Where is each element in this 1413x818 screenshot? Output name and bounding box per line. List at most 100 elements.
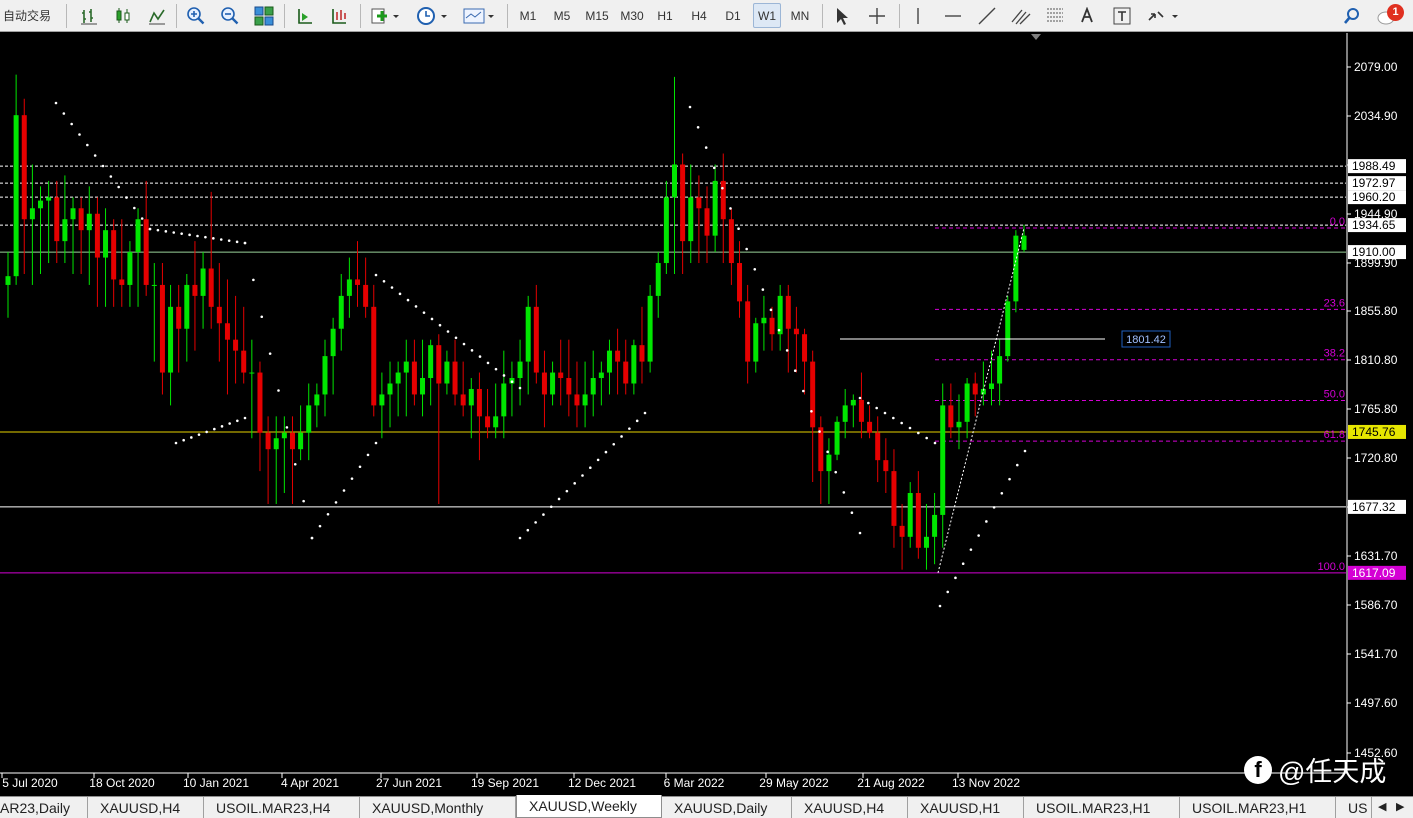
sar-dot xyxy=(140,217,144,220)
chart-shift-button[interactable] xyxy=(326,3,352,28)
trendline-tool-button[interactable] xyxy=(974,3,1000,28)
templates-button[interactable] xyxy=(459,3,499,28)
candle-body xyxy=(281,432,287,439)
sar-dot xyxy=(954,576,957,580)
timeframe-m1[interactable]: M1 xyxy=(514,3,542,28)
sar-dot xyxy=(478,355,482,358)
timeframe-m15[interactable]: M15 xyxy=(580,3,614,28)
chart-tab[interactable]: XAUUSD,H4 xyxy=(88,797,204,818)
candle-body xyxy=(525,306,531,362)
sar-dot xyxy=(182,438,185,442)
candle-body xyxy=(21,115,27,220)
channel-tool-button[interactable] xyxy=(1008,3,1034,28)
tile-windows-button[interactable] xyxy=(251,3,277,28)
sar-dot xyxy=(342,489,346,492)
indicators-button[interactable] xyxy=(366,3,404,28)
candle-body xyxy=(883,460,889,472)
chart-tab[interactable]: USOIL.MAR23,H4 xyxy=(204,797,360,818)
candle-body xyxy=(582,394,588,406)
sar-dot xyxy=(243,241,247,245)
candle-body xyxy=(671,164,677,198)
candle-body xyxy=(46,197,52,201)
timeframe-w1[interactable]: W1 xyxy=(753,3,781,28)
timeframe-h4[interactable]: H4 xyxy=(685,3,713,28)
price-tick-label: 1765.80 xyxy=(1354,402,1398,416)
notifications-button[interactable]: 1 xyxy=(1374,3,1404,28)
chart-tab[interactable]: XAUUSD,Daily xyxy=(662,797,792,818)
sar-dot xyxy=(438,323,442,327)
watermark-text: @任天成 xyxy=(1278,757,1387,787)
chart-tab[interactable]: USOIL.MAR23,H1 xyxy=(1024,797,1180,818)
timeframe-mn[interactable]: MN xyxy=(786,3,814,28)
line-chart-button[interactable] xyxy=(144,3,170,28)
candle-body xyxy=(745,301,751,362)
chart-tab-label: US xyxy=(1348,800,1368,816)
sar-dot xyxy=(1023,449,1027,453)
chart-tab[interactable]: XAUUSD,H4 xyxy=(792,797,908,818)
tabs-scroll-left-button[interactable]: ◀ xyxy=(1378,800,1386,813)
bar-chart-button[interactable] xyxy=(76,3,102,28)
sar-dot xyxy=(573,482,576,485)
candle-body xyxy=(850,399,856,406)
timeframe-m30[interactable]: M30 xyxy=(615,3,649,28)
candle-body xyxy=(533,306,539,373)
sar-dot xyxy=(826,450,829,454)
crosshair-tool-button[interactable] xyxy=(864,3,890,28)
periods-button[interactable] xyxy=(412,3,452,28)
chart-tabs-bar: AR23,Daily XAUUSD,H4 USOIL.MAR23,H4 XAUU… xyxy=(0,795,1413,818)
sar-dot xyxy=(164,230,168,233)
candle-body xyxy=(127,252,133,285)
sar-dot xyxy=(802,389,805,393)
timeframe-d1[interactable]: D1 xyxy=(719,3,747,28)
tabs-scroll-right-button[interactable]: ▶ xyxy=(1396,800,1404,813)
vertical-line-tool-button[interactable] xyxy=(905,3,931,28)
sar-dot xyxy=(628,427,631,430)
timeframe-h1[interactable]: H1 xyxy=(651,3,679,28)
candle-body xyxy=(541,372,547,395)
sar-dot xyxy=(310,536,314,540)
price-tick-label: 1497.60 xyxy=(1354,696,1398,710)
zoom-in-button[interactable] xyxy=(183,3,209,28)
price-tick-label: 1810.80 xyxy=(1354,353,1398,367)
candlestick-chart-button[interactable] xyxy=(110,3,136,28)
candle-body xyxy=(907,493,913,537)
auto-scroll-button[interactable] xyxy=(292,3,318,28)
timeframe-m5[interactable]: M5 xyxy=(548,3,576,28)
sar-dot xyxy=(350,477,354,480)
arrows-tool-button[interactable] xyxy=(1143,3,1183,28)
sar-dot xyxy=(148,227,152,231)
chart-tab[interactable]: USOIL.MAR23,H1 xyxy=(1180,797,1336,818)
chart-tab[interactable]: AR23,Daily xyxy=(0,797,88,818)
price-chart[interactable]: 0.0 23.6 38.2 50.0 61.8 100.0 1801.42 2079.00 20… xyxy=(0,33,1413,796)
horizontal-line-tool-button[interactable] xyxy=(940,3,966,28)
time-tick-label: 12 Dec 2021 xyxy=(568,776,636,790)
text-label-tool-button[interactable] xyxy=(1109,3,1135,28)
candle-body xyxy=(485,416,491,428)
candle-body xyxy=(826,454,832,472)
text-tool-button[interactable] xyxy=(1075,3,1099,28)
chart-tab[interactable]: XAUUSD,H1 xyxy=(908,797,1024,818)
sar-dot xyxy=(470,349,474,352)
chart-tab[interactable]: US xyxy=(1336,797,1372,818)
candle-body xyxy=(257,372,263,433)
chart-tab-active[interactable]: XAUUSD,Weekly xyxy=(516,795,662,818)
candle-body xyxy=(94,213,100,258)
fibonacci-tool-button[interactable] xyxy=(1042,3,1068,28)
candle-body xyxy=(119,279,125,285)
cursor-tool-button[interactable] xyxy=(829,3,855,28)
price-label-white: 1910.00 xyxy=(1352,245,1396,259)
indicators-icon xyxy=(371,8,399,23)
sar-dot xyxy=(858,396,862,400)
sar-dot xyxy=(729,207,732,210)
candle-body xyxy=(663,197,669,264)
toolbar-separator xyxy=(176,4,177,28)
chart-tab[interactable]: XAUUSD,Monthly xyxy=(360,797,516,818)
candle-body xyxy=(355,279,361,285)
candle-body xyxy=(192,284,198,296)
candle-body xyxy=(972,383,978,395)
auto-trading-button[interactable]: 自动交易 xyxy=(0,3,60,28)
sar-dot xyxy=(268,352,272,355)
time-tick-label: 29 May 2022 xyxy=(759,776,829,790)
zoom-out-button[interactable] xyxy=(217,3,243,28)
search-button[interactable] xyxy=(1340,3,1364,28)
